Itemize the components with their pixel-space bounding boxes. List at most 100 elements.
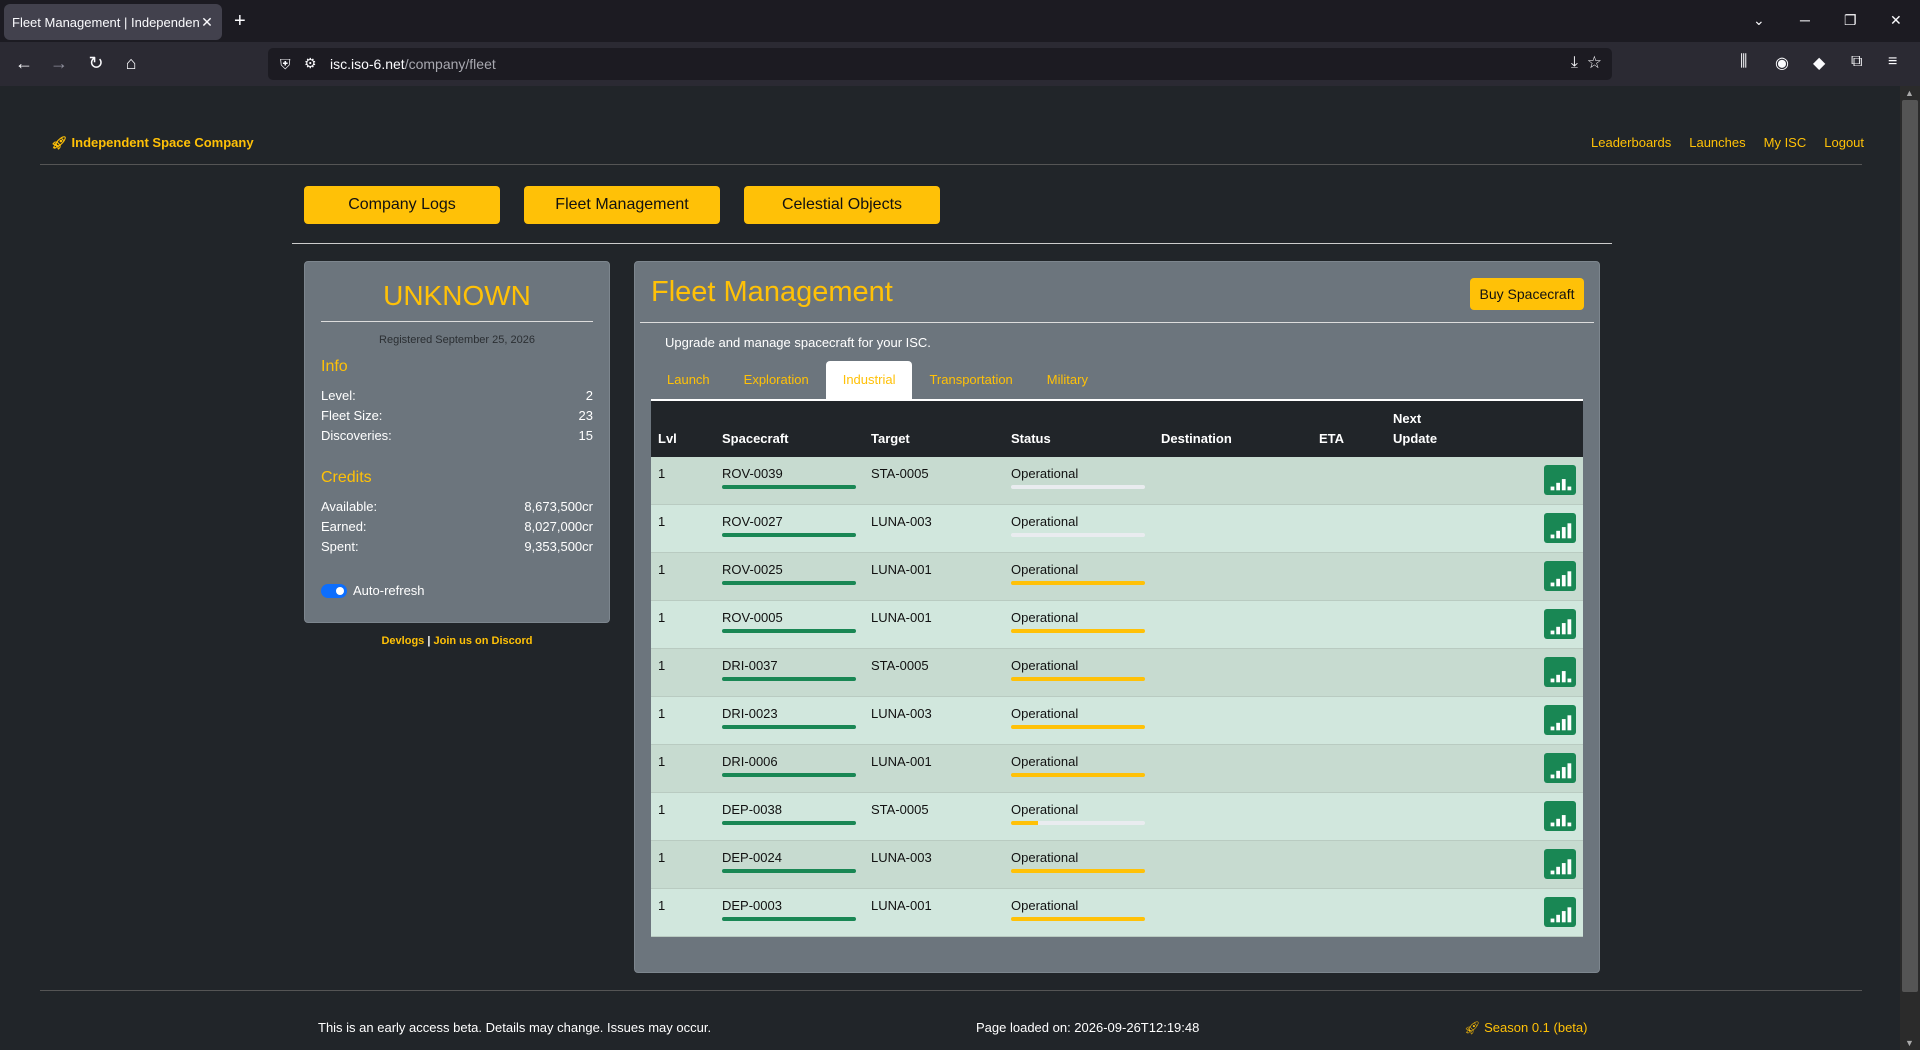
signal-bars-icon	[1550, 859, 1572, 875]
restore-icon[interactable]: ❐	[1844, 12, 1857, 29]
info-row-fleet-size: Fleet Size: 23	[321, 408, 593, 423]
company-logs-button[interactable]: Company Logs	[304, 186, 500, 224]
info-heading: Info	[321, 358, 348, 375]
table-row: 1 DEP-0038 STA-0005 Operational	[651, 793, 1583, 841]
cell-target: STA-0005	[871, 658, 929, 673]
rocket-icon: 🚀︎	[51, 135, 68, 150]
beta-notice: This is an early access beta. Details ma…	[318, 1020, 712, 1035]
table-row: 1 ROV-0027 LUNA-003 Operational	[651, 505, 1583, 553]
section-divider	[292, 243, 1612, 244]
upgrade-button[interactable]	[1544, 897, 1576, 927]
table-row: 1 ROV-0005 LUNA-001 Operational	[651, 601, 1583, 649]
status-progress-bar	[1011, 629, 1145, 633]
url-text[interactable]: isc.iso-6.net/company/fleet	[330, 56, 496, 72]
nav-launches[interactable]: Launches	[1689, 135, 1745, 150]
shield-icon[interactable]: ⛨	[280, 56, 291, 73]
tab-close-icon[interactable]: ✕	[200, 14, 214, 31]
upgrade-button[interactable]	[1544, 561, 1576, 591]
health-bar	[722, 533, 856, 537]
bookmark-star-icon[interactable]: ☆	[1587, 53, 1602, 73]
signal-bars-icon	[1550, 671, 1572, 683]
forward-icon[interactable]: →	[48, 53, 70, 73]
upgrade-button[interactable]	[1544, 753, 1576, 783]
nav-logout[interactable]: Logout	[1824, 135, 1864, 150]
minimize-icon[interactable]: ─	[1800, 12, 1810, 28]
brand-link[interactable]: 🚀︎ Independent Space Company	[51, 135, 254, 151]
scrollbar-thumb[interactable]	[1902, 100, 1918, 992]
cell-target: LUNA-003	[871, 706, 932, 721]
registered-date: Registered September 25, 2026	[379, 334, 535, 346]
extensions-icon[interactable]: ⧉	[1851, 53, 1862, 71]
buy-spacecraft-button[interactable]: Buy Spacecraft	[1470, 278, 1584, 310]
tab-list-icon[interactable]: ⌄	[1753, 12, 1765, 29]
discord-link[interactable]: Join us on Discord	[433, 635, 532, 647]
rocket-icon: 🚀︎	[1464, 1020, 1485, 1035]
account-icon[interactable]: ◉	[1775, 53, 1789, 73]
celestial-objects-button[interactable]: Celestial Objects	[744, 186, 940, 224]
window-close-icon[interactable]: ✕	[1890, 12, 1902, 29]
status-progress-bar	[1011, 485, 1145, 489]
tab-transportation[interactable]: Transportation	[912, 361, 1029, 399]
cell-spacecraft: ROV-0039	[722, 466, 783, 481]
table-row: 1 ROV-0025 LUNA-001 Operational	[651, 553, 1583, 601]
upgrade-button[interactable]	[1544, 705, 1576, 735]
col-eta: ETA	[1319, 431, 1345, 446]
save-page-icon[interactable]: ⤓	[1571, 54, 1578, 72]
nav-my-isc[interactable]: My ISC	[1764, 135, 1807, 150]
cell-spacecraft: DRI-0006	[722, 754, 778, 769]
season-link[interactable]: 🚀︎ Season 0.1 (beta)	[1464, 1020, 1587, 1036]
profile-divider	[321, 321, 593, 322]
cell-spacecraft: DEP-0003	[722, 898, 782, 913]
auto-refresh-toggle[interactable]	[321, 584, 347, 598]
signal-bars-icon	[1550, 907, 1572, 923]
cell-lvl: 1	[658, 802, 666, 817]
page-scrollbar[interactable]: ▲ ▼	[1900, 86, 1920, 1050]
company-profile-card: UNKNOWN Registered September 25, 2026 In…	[304, 261, 610, 623]
library-icon[interactable]: ⫼	[1740, 53, 1747, 71]
col-status: Status	[1011, 431, 1051, 446]
status-progress-bar	[1011, 917, 1145, 921]
extension-badge-icon[interactable]: ◆	[1813, 53, 1825, 73]
upgrade-button[interactable]	[1544, 657, 1576, 687]
tab-military[interactable]: Military	[1030, 361, 1105, 399]
nav-leaderboards[interactable]: Leaderboards	[1591, 135, 1671, 150]
scroll-down-icon[interactable]: ▼	[1905, 1038, 1914, 1048]
credits-row-earned: Earned: 8,027,000cr	[321, 519, 593, 534]
fleet-description: Upgrade and manage spacecraft for your I…	[665, 335, 931, 350]
tab-title: Fleet Management | Independent Space Com…	[12, 14, 200, 30]
page-content: 🚀︎ Independent Space Company Leaderboards…	[0, 86, 1900, 1050]
header-divider	[40, 164, 1862, 165]
reload-icon[interactable]: ↻	[85, 53, 107, 73]
browser-tab[interactable]: Fleet Management | Independent Space Com…	[4, 4, 222, 40]
cell-target: STA-0005	[871, 802, 929, 817]
new-tab-icon[interactable]: +	[234, 10, 246, 32]
url-bar[interactable]: ⛨ ⚙ isc.iso-6.net/company/fleet ⤓ ☆	[268, 48, 1612, 80]
upgrade-button[interactable]	[1544, 513, 1576, 543]
credits-heading: Credits	[321, 469, 372, 486]
cell-status: Operational	[1011, 610, 1079, 625]
permissions-icon[interactable]: ⚙	[304, 55, 317, 72]
col-target: Target	[871, 431, 910, 446]
upgrade-button[interactable]	[1544, 801, 1576, 831]
cell-target: LUNA-003	[871, 850, 932, 865]
back-icon[interactable]: ←	[13, 53, 35, 73]
cell-status: Operational	[1011, 802, 1079, 817]
upgrade-button[interactable]	[1544, 849, 1576, 879]
status-progress-bar	[1011, 725, 1145, 729]
table-row: 1 DEP-0024 LUNA-003 Operational	[651, 841, 1583, 889]
top-nav: Leaderboards Launches My ISC Logout	[1573, 135, 1864, 150]
health-bar	[722, 869, 856, 873]
home-icon[interactable]: ⌂	[120, 53, 142, 73]
menu-icon[interactable]: ≡	[1888, 53, 1897, 71]
scroll-up-icon[interactable]: ▲	[1905, 88, 1914, 98]
status-progress-bar	[1011, 677, 1145, 681]
signal-bars-icon	[1550, 523, 1572, 539]
status-progress-bar	[1011, 821, 1145, 825]
devlogs-link[interactable]: Devlogs	[381, 635, 424, 647]
tab-industrial[interactable]: Industrial	[825, 361, 913, 399]
upgrade-button[interactable]	[1544, 609, 1576, 639]
fleet-management-button[interactable]: Fleet Management	[524, 186, 720, 224]
upgrade-button[interactable]	[1544, 465, 1576, 495]
tab-launch[interactable]: Launch	[650, 361, 727, 399]
tab-exploration[interactable]: Exploration	[727, 361, 826, 399]
